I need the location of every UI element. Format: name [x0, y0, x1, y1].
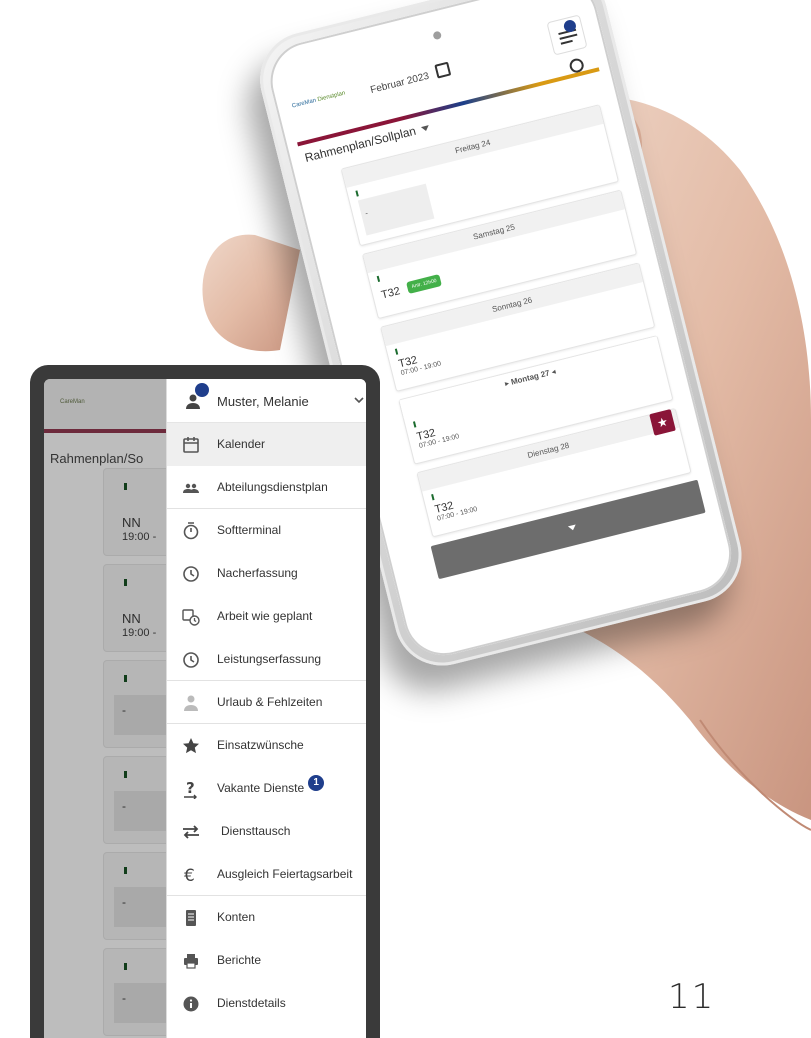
menu-item-diensttausch[interactable]: Diensttausch: [167, 810, 366, 853]
menu-item-label: Nacherfassung: [217, 566, 298, 580]
status-tick: [376, 275, 381, 283]
person-icon: [184, 695, 198, 711]
phone-logo-text: CareMan: [291, 97, 317, 110]
menu-item-label: Einsatzwünsche: [217, 738, 304, 752]
clock-icon: [183, 566, 199, 582]
bg-view-title: Rahmenplan/So: [50, 451, 144, 466]
menu-item-arbeit-wie-geplant[interactable]: Arbeit wie geplant: [167, 595, 366, 638]
menu-item-ausgleich-feiertagsarbeit[interactable]: € Ausgleich Feiertagsarbeit: [167, 853, 366, 896]
status-tick: [412, 421, 417, 428]
status-tick: [124, 675, 127, 682]
menu-item-label: Vakante Dienste 1: [217, 775, 325, 795]
menu-item-label-text: Vakante Dienste: [217, 781, 305, 795]
device-screen: CareMan Rahmenplan/So NN 19:00 - NN 19:00 …: [44, 379, 366, 1038]
caret-left-icon: ◂: [548, 366, 557, 378]
bg-card-time: 19:00 -: [122, 627, 157, 639]
status-tick: [124, 771, 127, 778]
menu-item-label: Ausgleich Feiertagsarbeit: [217, 867, 353, 881]
info-icon: [183, 996, 199, 1012]
notification-dot: [195, 383, 209, 397]
status-tick: [124, 579, 127, 586]
status-tick: [431, 494, 435, 501]
user-name: Muster, Melanie: [217, 394, 309, 409]
menu-item-vakante-dienste[interactable]: ? Vakante Dienste 1: [167, 767, 366, 810]
bg-card-dash: -: [122, 991, 126, 1005]
calendar-icon[interactable]: [434, 61, 452, 79]
bg-card-code: NN: [122, 515, 141, 530]
month-label: Februar 2023: [369, 70, 431, 97]
bg-card-dash: -: [122, 895, 126, 909]
phone-logo: CareMan Dienstplan: [291, 86, 361, 111]
menu-item-label: Berichte: [217, 953, 262, 967]
svg-text:€: €: [184, 866, 195, 885]
group-icon: [183, 483, 199, 493]
bg-logo: CareMan: [60, 399, 85, 405]
shift-code: T32: [380, 285, 402, 302]
calendar-icon: [183, 437, 199, 453]
menu-bar-icon: [559, 33, 578, 40]
menu-item-label: Abteilungsdienstplan: [217, 480, 328, 494]
menu-item-label: Leistungserfassung: [217, 652, 322, 666]
hamburger-menu-button[interactable]: [546, 14, 588, 56]
svg-text:?: ?: [186, 779, 195, 797]
clock-icon: [183, 652, 199, 668]
camera-dot: [432, 30, 443, 41]
question-icon: ?: [184, 779, 197, 799]
status-tick: [124, 483, 127, 490]
request-chip[interactable]: Antr. 12h00: [406, 273, 442, 294]
menu-item-leistungserfassung[interactable]: Leistungserfassung: [167, 638, 366, 681]
user-profile-toggle[interactable]: Muster, Melanie: [167, 379, 366, 423]
menu-item-label: Softterminal: [217, 523, 282, 537]
calendar-clock-icon: [182, 609, 200, 626]
euro-icon: €: [184, 866, 195, 885]
bg-card-dash: -: [122, 799, 126, 813]
stopwatch-icon: [183, 522, 199, 540]
count-badge: 1: [308, 775, 325, 791]
menu-item-label: Urlaub & Fehlzeiten: [217, 695, 323, 709]
menu-item-nacherfassung[interactable]: Nacherfassung: [167, 552, 366, 595]
status-tick: [124, 867, 127, 874]
menu-item-softterminal[interactable]: Softterminal: [167, 509, 366, 552]
menu-item-einsatzwuensche[interactable]: Einsatzwünsche: [167, 724, 366, 767]
phone-logo-sub: Dienstplan: [317, 90, 346, 104]
menu-item-urlaub-fehlzeiten[interactable]: Urlaub & Fehlzeiten: [167, 681, 366, 724]
swap-icon: [183, 825, 199, 839]
menu-item-konten[interactable]: Konten: [167, 896, 366, 939]
caret-down-icon: [421, 125, 431, 133]
menu-item-kalender[interactable]: Kalender: [167, 423, 366, 466]
menu-item-label: Kalender: [217, 437, 266, 451]
chevron-down-icon: [354, 397, 364, 404]
caret-down-icon: [567, 524, 577, 532]
menu-item-label: Konten: [217, 910, 256, 924]
menu-item-berichte[interactable]: Berichte: [167, 939, 366, 982]
menu-bar-icon: [560, 39, 573, 45]
star-icon: [183, 738, 199, 754]
page-number: 11: [668, 977, 716, 1017]
bg-card-time: 19:00 -: [122, 531, 157, 543]
status-tick: [394, 348, 399, 355]
menu-item-label: Arbeit wie geplant: [217, 609, 313, 623]
bg-card-dash: -: [122, 703, 126, 717]
device-frame: CareMan Rahmenplan/So NN 19:00 - NN 19:00 …: [30, 365, 380, 1038]
menu-item-dienstdetails[interactable]: Dienstdetails: [167, 982, 366, 1025]
status-tick: [355, 190, 359, 197]
menu-item-abteilungsdienstplan[interactable]: Abteilungsdienstplan: [167, 466, 366, 509]
bg-card-code: NN: [122, 611, 141, 626]
menu-item-label: Dienstdetails: [217, 996, 286, 1010]
side-menu: Muster, Melanie Kalender Abteilungsdiens…: [166, 379, 366, 1038]
status-tick: [124, 963, 127, 970]
book-icon: [186, 910, 196, 926]
empty-shift: -: [357, 183, 435, 236]
printer-icon: [184, 954, 198, 969]
menu-item-label: Diensttausch: [221, 824, 291, 838]
